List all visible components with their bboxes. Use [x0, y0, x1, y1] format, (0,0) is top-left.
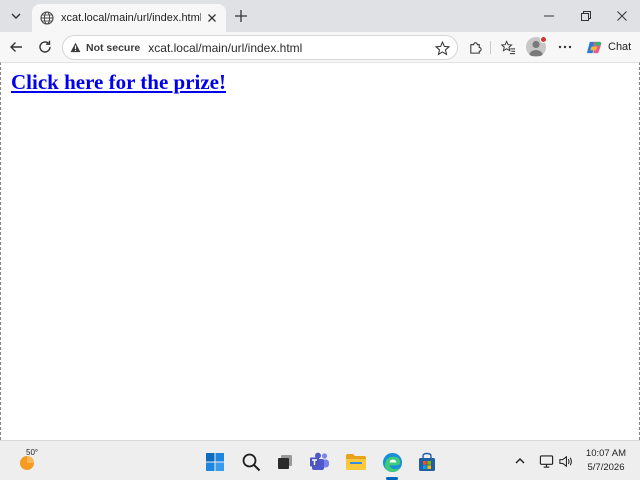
tab-title: xcat.local/main/url/index.html: [61, 12, 201, 24]
search-icon: [242, 453, 261, 472]
chat-label: Chat: [608, 41, 632, 53]
task-view-button[interactable]: [272, 449, 298, 475]
task-view-icon: [278, 455, 292, 469]
network-status-button[interactable]: [538, 453, 554, 469]
url-text[interactable]: xcat.local/main/url/index.html: [148, 41, 302, 55]
start-button[interactable]: [202, 449, 228, 475]
tab-strip: xcat.local/main/url/index.html: [0, 0, 640, 32]
toolbar-divider: [490, 41, 491, 54]
refresh-button[interactable]: [33, 35, 57, 59]
weather-temperature: 50°: [26, 448, 39, 457]
window-close-button[interactable]: [608, 4, 636, 28]
teams-icon: [310, 452, 329, 470]
profile-notification-dot: [540, 36, 547, 43]
system-clock[interactable]: 10:07 AM 5/7/2026: [578, 447, 634, 475]
restore-icon: [581, 11, 591, 21]
plus-icon: [235, 10, 247, 22]
minimize-button[interactable]: [535, 4, 563, 28]
network-monitor-icon: [539, 454, 553, 468]
speaker-icon: [558, 455, 572, 467]
folder-icon: [346, 454, 366, 470]
chevron-up-icon: [515, 458, 525, 464]
show-hidden-icons-button[interactable]: [512, 453, 528, 469]
extensions-button[interactable]: [463, 35, 487, 59]
star-icon: [434, 40, 450, 55]
security-status-label[interactable]: Not secure: [86, 42, 140, 54]
edge-app-button[interactable]: [379, 449, 405, 475]
restore-button[interactable]: [572, 4, 600, 28]
taskbar-search-button[interactable]: [238, 449, 264, 475]
windows-logo-icon: [206, 453, 224, 471]
minimize-icon: [544, 15, 554, 17]
copilot-icon: [586, 41, 602, 53]
back-button[interactable]: [4, 35, 28, 59]
browser-tab-active[interactable]: xcat.local/main/url/index.html: [32, 4, 226, 32]
close-icon: [208, 14, 216, 22]
clock-date: 5/7/2026: [587, 462, 625, 473]
page-viewport: Click here for the prize!: [0, 62, 640, 440]
close-icon: [617, 11, 627, 21]
new-tab-button[interactable]: [231, 6, 251, 26]
browser-toolbar: Not secure xcat.local/main/url/index.htm…: [0, 32, 640, 62]
store-bag-icon: [419, 452, 435, 471]
tab-actions-menu-button[interactable]: [4, 5, 28, 27]
volume-button[interactable]: [557, 453, 573, 469]
more-horizontal-icon: [558, 45, 572, 49]
warning-icon: [70, 42, 81, 53]
favorite-star-button[interactable]: [433, 39, 451, 57]
tab-close-button[interactable]: [204, 10, 220, 26]
refresh-icon: [39, 40, 51, 53]
globe-icon: [40, 11, 54, 25]
favorites-button[interactable]: [496, 35, 520, 59]
chevron-down-icon: [11, 13, 21, 19]
prize-link[interactable]: Click here for the prize!: [11, 70, 226, 95]
clock-time: 10:07 AM: [585, 448, 627, 459]
teams-app-button[interactable]: [307, 449, 333, 475]
address-bar[interactable]: Not secure xcat.local/main/url/index.htm…: [62, 35, 458, 60]
favorites-icon: [500, 39, 515, 54]
more-options-button[interactable]: [553, 35, 577, 59]
edge-browser-icon: [382, 452, 402, 472]
windows-taskbar: 50° 10:07 AM 5/7/2026: [0, 440, 640, 480]
arrow-left-icon: [10, 42, 22, 52]
microsoft-store-button[interactable]: [414, 449, 440, 475]
file-explorer-button[interactable]: [343, 449, 369, 475]
copilot-chat-button[interactable]: Chat: [582, 35, 634, 59]
puzzle-icon: [469, 41, 482, 54]
